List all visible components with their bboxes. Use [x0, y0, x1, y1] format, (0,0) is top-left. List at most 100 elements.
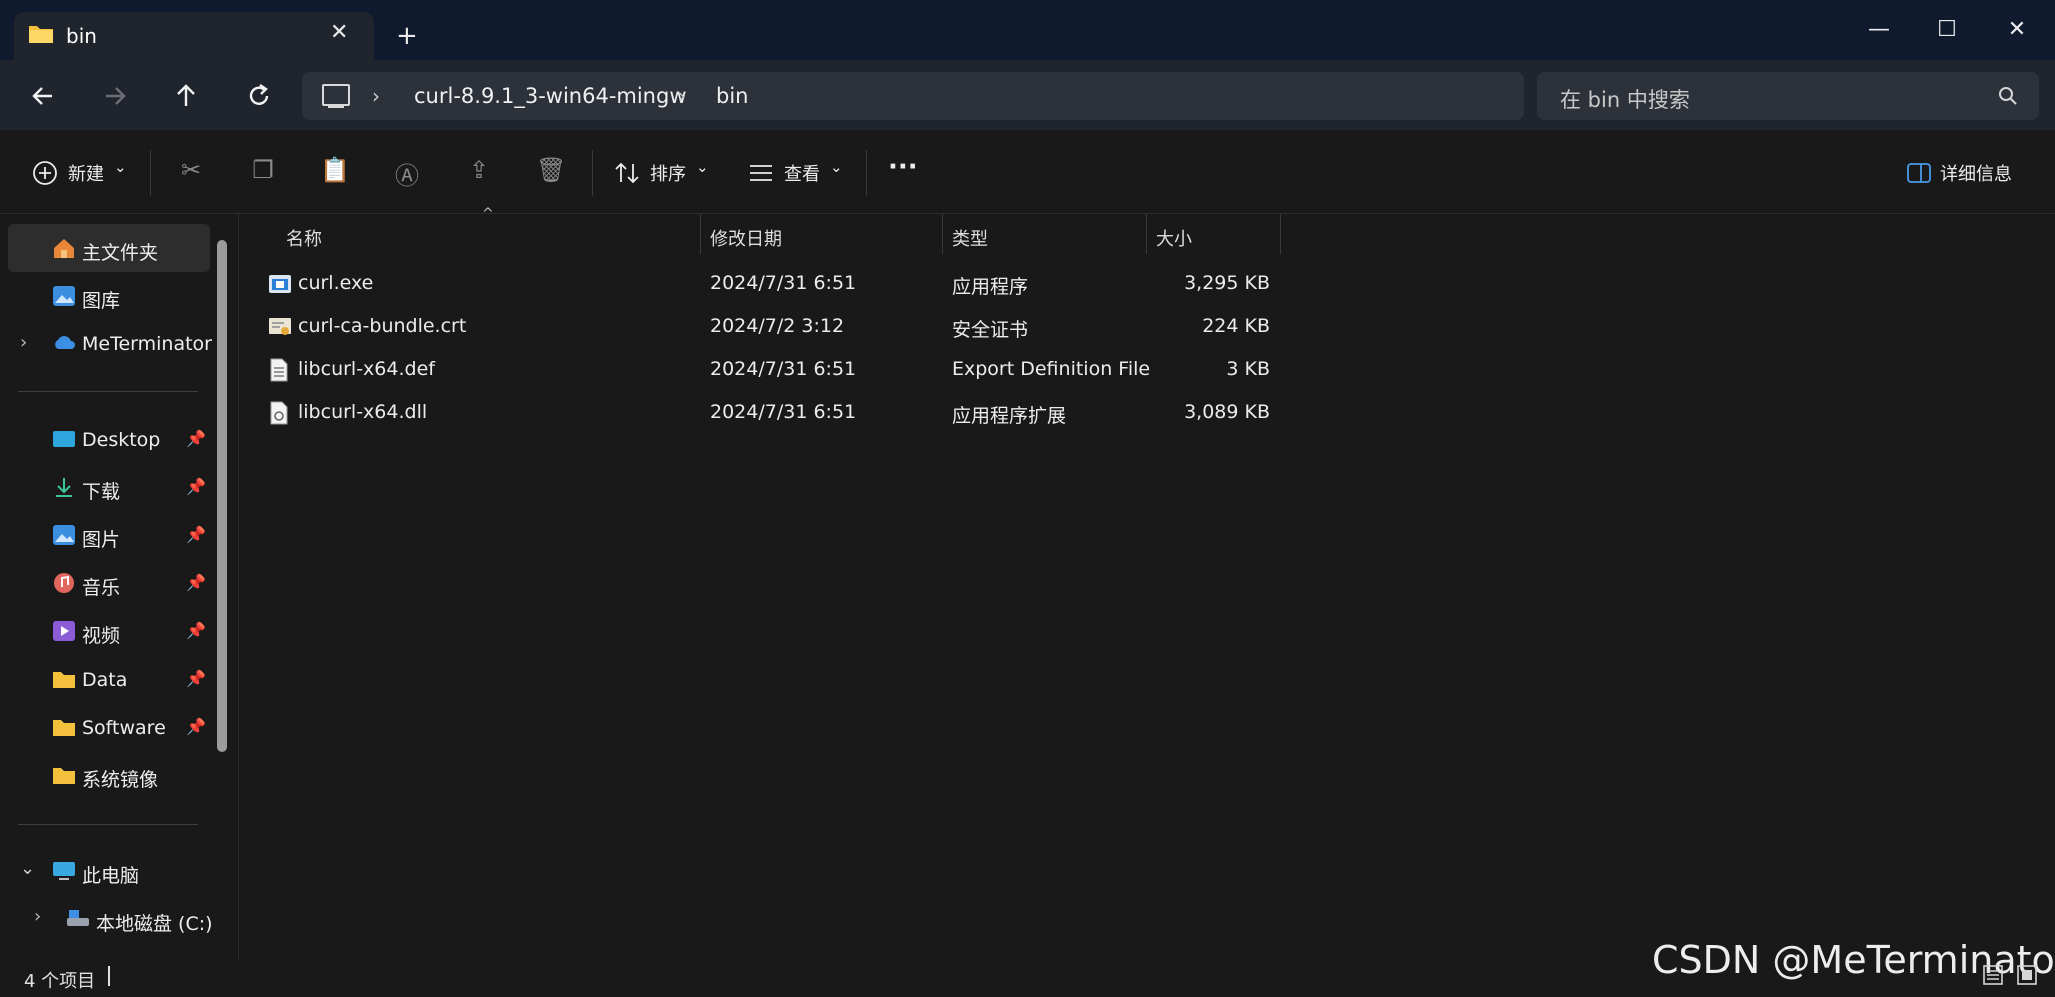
- this-pc-icon-base: [328, 106, 344, 108]
- table-row[interactable]: libcurl-x64.def 2024/7/31 6:51 Export De…: [260, 348, 1280, 390]
- table-row[interactable]: curl.exe 2024/7/31 6:51 应用程序 3,295 KB: [260, 262, 1280, 304]
- sidebar-item-downloads[interactable]: 下载 📌: [48, 468, 216, 508]
- breadcrumb-item[interactable]: curl-8.9.1_3-win64-mingw: [414, 84, 687, 108]
- sidebar-item-data[interactable]: Data 📌: [48, 660, 216, 700]
- pictures-icon: [53, 525, 75, 545]
- pin-icon[interactable]: 📌: [186, 621, 206, 640]
- sidebar-item-label: 此电脑: [82, 865, 140, 887]
- sidebar-item-music[interactable]: 音乐 📌: [48, 564, 216, 604]
- details-pane-icon: [1907, 163, 1931, 183]
- sidebar-item-label: 图库: [82, 290, 121, 312]
- sidebar-item-label: 视频: [82, 625, 121, 647]
- sidebar-item-videos[interactable]: 视频 📌: [48, 612, 216, 652]
- toolbar-divider: [866, 150, 867, 196]
- column-divider[interactable]: [942, 214, 943, 254]
- sidebar-item-gallery[interactable]: 图库: [48, 277, 216, 317]
- view-chevron-icon[interactable]: ⌄: [830, 158, 843, 176]
- expand-chevron-icon[interactable]: ›: [34, 906, 41, 927]
- cut-icon[interactable]: ✂: [176, 156, 206, 184]
- new-chevron-icon[interactable]: ⌄: [114, 158, 127, 176]
- more-options-button[interactable]: ···: [888, 152, 918, 182]
- folder-icon: [53, 672, 75, 688]
- pin-icon[interactable]: 📌: [186, 573, 206, 592]
- collapse-chevron-icon[interactable]: ⌄: [20, 858, 35, 879]
- column-divider[interactable]: [1146, 214, 1147, 254]
- desktop-icon: [53, 431, 75, 447]
- sort-chevron-icon[interactable]: ⌄: [696, 158, 709, 176]
- back-button[interactable]: [30, 84, 56, 108]
- sidebar-item-home[interactable]: 主文件夹: [48, 229, 216, 269]
- up-button[interactable]: [174, 82, 198, 108]
- sidebar-item-label: 音乐: [82, 577, 121, 599]
- sort-button[interactable]: 排序: [650, 160, 686, 186]
- file-name: curl.exe: [298, 272, 374, 294]
- maximize-button[interactable]: ☐: [1926, 12, 1968, 48]
- minimize-button[interactable]: —: [1858, 12, 1900, 48]
- table-row[interactable]: curl-ca-bundle.crt 2024/7/2 3:12 安全证书 22…: [260, 305, 1280, 347]
- folder-icon: [53, 768, 75, 784]
- forward-button[interactable]: [102, 84, 128, 108]
- refresh-button[interactable]: [246, 83, 272, 109]
- pin-icon[interactable]: 📌: [186, 525, 206, 544]
- delete-icon[interactable]: 🗑: [536, 156, 566, 184]
- sidebar-item-drive-c[interactable]: 本地磁盘 (C:): [62, 900, 230, 940]
- cloud-icon: [55, 336, 75, 349]
- sidebar-item-desktop[interactable]: Desktop 📌: [48, 420, 216, 460]
- exe-icon: [269, 275, 291, 293]
- pin-icon[interactable]: 📌: [186, 477, 206, 496]
- folder-icon: [53, 720, 75, 736]
- view-button[interactable]: 查看: [784, 160, 820, 186]
- sidebar-item-label: 图片: [82, 529, 121, 551]
- sidebar-item-software[interactable]: Software 📌: [48, 708, 216, 748]
- breadcrumb-chevron-icon[interactable]: ›: [372, 84, 380, 108]
- sidebar-item-label: 系统镜像: [82, 769, 159, 791]
- file-modified: 2024/7/31 6:51: [710, 358, 857, 380]
- expand-chevron-icon[interactable]: ›: [20, 332, 27, 353]
- details-view-icon[interactable]: [1982, 964, 2004, 986]
- tiles-view-icon[interactable]: [2016, 964, 2038, 986]
- column-divider[interactable]: [1280, 214, 1281, 254]
- share-icon[interactable]: ⇪: [464, 156, 494, 184]
- computer-icon: [53, 862, 75, 880]
- search-input[interactable]: 在 bin 中搜索: [1560, 84, 1690, 114]
- item-count: 4 个项目: [24, 971, 96, 992]
- file-size: 3,089 KB: [1184, 401, 1270, 423]
- paste-icon[interactable]: 📋: [320, 156, 350, 184]
- sidebar-item-label: 主文件夹: [82, 242, 159, 264]
- sidebar-item-onedrive[interactable]: MeTerminator: [48, 324, 216, 364]
- drive-icon: [67, 910, 89, 926]
- close-window-button[interactable]: ✕: [1996, 12, 2038, 48]
- rename-icon[interactable]: Ⓐ: [392, 156, 422, 191]
- tab-close-button[interactable]: ✕: [330, 20, 348, 45]
- table-row[interactable]: libcurl-x64.dll 2024/7/31 6:51 应用程序扩展 3,…: [260, 391, 1280, 433]
- pin-icon[interactable]: 📌: [186, 429, 206, 448]
- sidebar-item-label: MeTerminator: [82, 333, 212, 355]
- file-name: curl-ca-bundle.crt: [298, 315, 467, 337]
- sidebar-item-this-pc[interactable]: 此电脑: [48, 852, 216, 892]
- gallery-icon: [53, 286, 75, 306]
- sidebar-item-pictures[interactable]: 图片 📌: [48, 516, 216, 556]
- this-pc-icon[interactable]: [322, 84, 350, 106]
- file-size: 3 KB: [1226, 358, 1270, 380]
- search-icon[interactable]: [1998, 86, 2018, 106]
- sidebar-scrollbar[interactable]: [217, 240, 227, 752]
- file-modified: 2024/7/31 6:51: [710, 401, 857, 423]
- breadcrumb-item-current[interactable]: bin: [716, 84, 748, 108]
- sidebar-item-label: Desktop: [82, 429, 161, 451]
- column-divider[interactable]: [700, 214, 701, 254]
- sidebar-item-system-image[interactable]: 系统镜像: [48, 756, 216, 796]
- column-header-name[interactable]: 名称: [286, 225, 322, 251]
- details-button[interactable]: 详细信息: [1940, 160, 2012, 186]
- toolbar-divider: [592, 150, 593, 196]
- toolbar-divider: [150, 150, 151, 196]
- file-size: 3,295 KB: [1184, 272, 1270, 294]
- column-header-type[interactable]: 类型: [952, 225, 988, 251]
- column-header-modified[interactable]: 修改日期: [710, 225, 782, 251]
- new-tab-button[interactable]: +: [396, 21, 418, 51]
- breadcrumb-chevron-icon[interactable]: ›: [678, 84, 686, 108]
- copy-icon[interactable]: ❐: [248, 156, 278, 184]
- column-header-size[interactable]: 大小: [1156, 225, 1192, 251]
- pin-icon[interactable]: 📌: [186, 717, 206, 736]
- pin-icon[interactable]: 📌: [186, 669, 206, 688]
- new-button[interactable]: 新建: [68, 160, 104, 186]
